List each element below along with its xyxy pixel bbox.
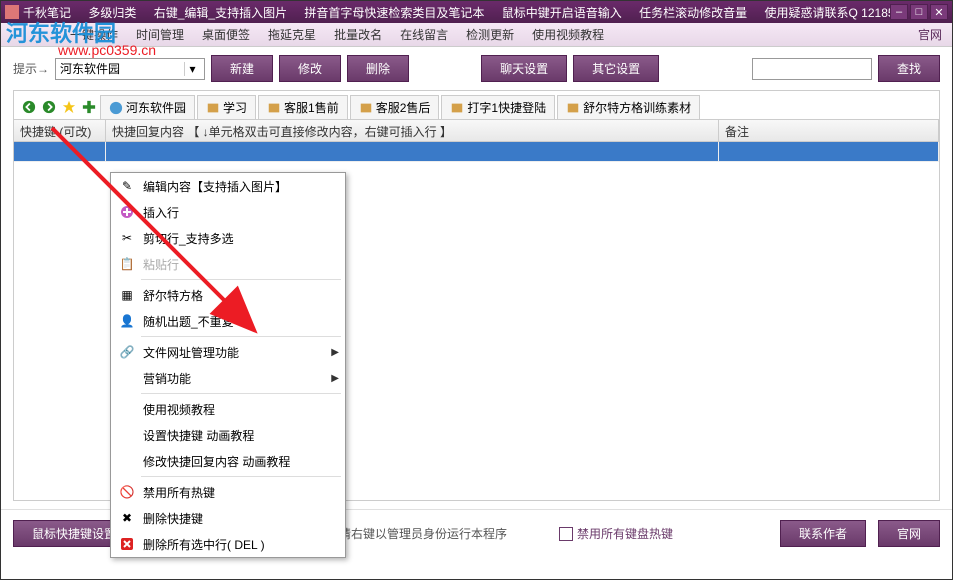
cm-random[interactable]: 👤随机出题_不重复: [111, 308, 345, 334]
disable-hotkeys-checkbox[interactable]: 禁用所有键盘热键: [559, 525, 673, 542]
delete-button[interactable]: 删除: [347, 55, 409, 82]
nav-add-icon[interactable]: [81, 99, 97, 115]
col-hotkey[interactable]: 快捷键 (可改): [14, 120, 106, 141]
delete-icon: ✖: [117, 511, 137, 525]
menu-sticky[interactable]: 桌面便签: [193, 23, 259, 46]
title-text: 千秋笔记 多级归类 右键_编辑_支持插入图片 拼音首字母快速检索类目及笔记本 鼠…: [23, 4, 890, 21]
prompt-label: 提示→: [13, 60, 49, 77]
app-icon: [5, 5, 19, 19]
tab-type1[interactable]: 打字1快捷登陆: [441, 95, 555, 119]
cm-video-tutorial[interactable]: 使用视频教程: [111, 396, 345, 422]
menu-message[interactable]: 在线留言: [391, 23, 457, 46]
cm-edit-content[interactable]: ✎编辑内容【支持插入图片】: [111, 173, 345, 199]
separator: [141, 476, 341, 477]
menu-video[interactable]: 使用视频教程: [523, 23, 613, 46]
separator: [141, 393, 341, 394]
submenu-arrow-icon: ▶: [331, 347, 339, 358]
cm-paste-row[interactable]: 📋粘贴行: [111, 251, 345, 277]
new-button[interactable]: 新建: [211, 55, 273, 82]
checkbox-label: 禁用所有键盘热键: [577, 525, 673, 542]
separator: [141, 279, 341, 280]
menu-procrastinate[interactable]: 拖延克星: [259, 23, 325, 46]
maximize-button[interactable]: □: [910, 4, 928, 20]
close-button[interactable]: ✕: [930, 4, 948, 20]
cut-icon: ✂: [117, 231, 137, 245]
tab-study[interactable]: 学习: [197, 95, 256, 119]
cm-marketing[interactable]: 营销功能▶: [111, 365, 345, 391]
nav-favorite-icon[interactable]: [61, 99, 77, 115]
cm-set-hotkey-tutorial[interactable]: 设置快捷键 动画教程: [111, 422, 345, 448]
combo-value: 河东软件园: [60, 60, 120, 77]
cm-insert-row[interactable]: 插入行: [111, 199, 345, 225]
checkbox-icon: [559, 527, 573, 541]
ban-icon: 🚫: [117, 485, 137, 499]
cm-shulte[interactable]: ▦舒尔特方格: [111, 282, 345, 308]
menu-onekey[interactable]: 一键操作: [61, 23, 127, 46]
col-content[interactable]: 快捷回复内容 【 ↓单元格双击可直接修改内容，右键可插入行 】: [106, 120, 719, 141]
cm-file-url-mgmt[interactable]: 🔗文件网址管理功能▶: [111, 339, 345, 365]
toolbar: 提示→ 河东软件园 ▾ 新建 修改 删除 聊天设置 其它设置 查找: [1, 47, 952, 90]
menu-update[interactable]: 检测更新: [457, 23, 523, 46]
grid-row-selected[interactable]: [14, 142, 939, 162]
grid-icon: ▦: [117, 288, 137, 302]
paste-icon: 📋: [117, 257, 137, 271]
cm-cut-row[interactable]: ✂剪切行_支持多选: [111, 225, 345, 251]
grid-header: 快捷键 (可改) 快捷回复内容 【 ↓单元格双击可直接修改内容，右键可插入行 】…: [14, 120, 939, 142]
menu-time[interactable]: 时间管理: [127, 23, 193, 46]
cm-disable-hotkeys[interactable]: 🚫禁用所有热键: [111, 479, 345, 505]
tab-shulte[interactable]: 舒尔特方格训练素材: [557, 95, 700, 119]
tab-cs1[interactable]: 客服1售前: [258, 95, 348, 119]
minimize-button[interactable]: –: [890, 4, 908, 20]
person-icon: 👤: [117, 314, 137, 328]
menu-official-site[interactable]: 官网: [918, 26, 942, 43]
cm-delete-selected[interactable]: 删除所有选中行( DEL ): [111, 531, 345, 557]
nav-forward-icon[interactable]: [41, 99, 57, 115]
menu-bar: 一键操作 时间管理 桌面便签 拖延克星 批量改名 在线留言 检测更新 使用视频教…: [1, 23, 952, 47]
search-button[interactable]: 查找: [878, 55, 940, 82]
official-site-button[interactable]: 官网: [878, 520, 940, 547]
plus-icon: [117, 205, 137, 219]
chevron-down-icon: ▾: [184, 62, 200, 76]
pencil-icon: ✎: [117, 179, 137, 193]
context-menu: ✎编辑内容【支持插入图片】 插入行 ✂剪切行_支持多选 📋粘贴行 ▦舒尔特方格 …: [110, 172, 346, 558]
tab-strip: 河东软件园 学习 客服1售前 客服2售后 打字1快捷登陆 舒尔特方格训练素材: [14, 91, 939, 120]
delete-red-icon: [117, 537, 137, 551]
cm-edit-content-tutorial[interactable]: 修改快捷回复内容 动画教程: [111, 448, 345, 474]
chat-settings-button[interactable]: 聊天设置: [481, 55, 567, 82]
category-combo[interactable]: 河东软件园 ▾: [55, 58, 205, 80]
other-settings-button[interactable]: 其它设置: [573, 55, 659, 82]
nav-back-icon[interactable]: [21, 99, 37, 115]
menu-rename[interactable]: 批量改名: [325, 23, 391, 46]
contact-author-button[interactable]: 联系作者: [780, 520, 866, 547]
submenu-arrow-icon: ▶: [331, 373, 339, 384]
col-remark[interactable]: 备注: [719, 120, 939, 141]
cm-delete-hotkey[interactable]: ✖删除快捷键: [111, 505, 345, 531]
title-bar: 千秋笔记 多级归类 右键_编辑_支持插入图片 拼音首字母快速检索类目及笔记本 鼠…: [1, 1, 952, 23]
tab-hedong[interactable]: 河东软件园: [100, 95, 195, 119]
tab-cs2[interactable]: 客服2售后: [350, 95, 440, 119]
separator: [141, 336, 341, 337]
edit-button[interactable]: 修改: [279, 55, 341, 82]
link-icon: 🔗: [117, 345, 137, 359]
search-input[interactable]: [752, 58, 872, 80]
